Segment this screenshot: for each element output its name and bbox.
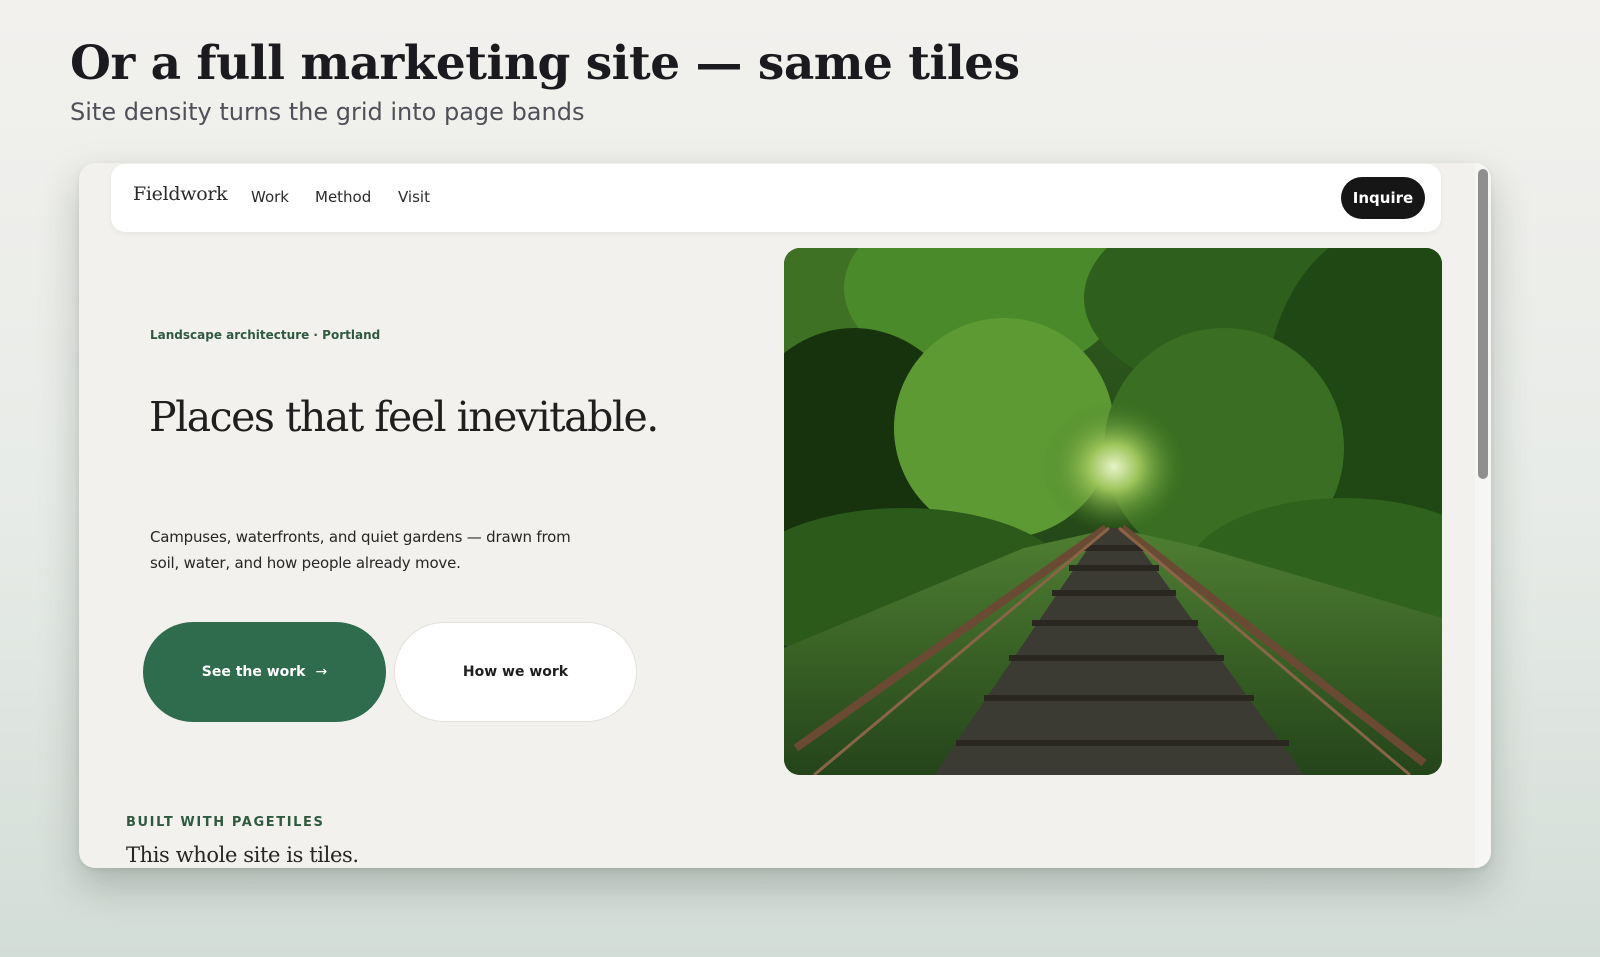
- hero-photo-illustration: [784, 248, 1442, 775]
- hero-description: Campuses, waterfronts, and quiet gardens…: [150, 528, 571, 572]
- brand-logo[interactable]: Fieldwork: [133, 183, 228, 205]
- inquire-button[interactable]: Inquire: [1341, 177, 1425, 219]
- section-eyebrow: BUILT WITH PAGETILES: [126, 815, 325, 830]
- site-nav-bar: Fieldwork Work Method Visit Inquire: [111, 164, 1441, 232]
- hero-headline: Places that feel inevitable.: [149, 393, 659, 441]
- how-we-work-button[interactable]: How we work: [394, 622, 637, 722]
- nav-link-visit[interactable]: Visit: [398, 188, 430, 206]
- nav-link-work[interactable]: Work: [251, 188, 289, 206]
- scrollbar-track[interactable]: [1475, 163, 1491, 868]
- hero-eyebrow: Landscape architecture · Portland: [150, 328, 381, 342]
- arrow-right-icon: →: [315, 664, 328, 680]
- slide-subtitle: Site density turns the grid into page ba…: [70, 98, 585, 126]
- hero-image-railway-forest: [784, 248, 1442, 775]
- see-the-work-label: See the work: [201, 664, 306, 680]
- nav-link-method[interactable]: Method: [315, 188, 371, 206]
- slide-title: Or a full marketing site — same tiles: [70, 36, 1020, 91]
- website-preview-frame: Fieldwork Work Method Visit Inquire Land…: [79, 163, 1491, 868]
- see-the-work-button[interactable]: See the work →: [143, 622, 386, 722]
- section-title: This whole site is tiles.: [126, 843, 359, 867]
- scrollbar-thumb[interactable]: [1478, 169, 1488, 479]
